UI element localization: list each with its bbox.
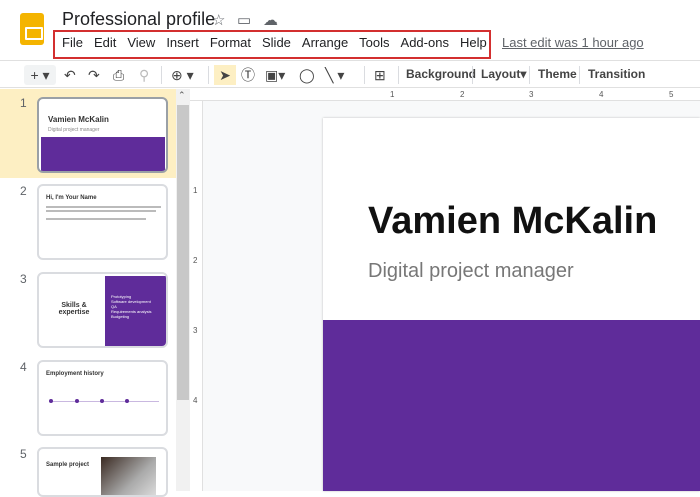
layout-label: Layout	[481, 67, 521, 81]
highlight-box	[53, 30, 491, 59]
layout-button[interactable]: Layout▾	[481, 67, 526, 81]
redo-icon[interactable]: ↷	[88, 65, 100, 85]
text-box-icon[interactable]: Ⓣ	[241, 65, 255, 85]
document-title[interactable]: Professional profile	[62, 9, 215, 30]
slide-title[interactable]: Vamien McKalin	[368, 200, 657, 243]
move-folder-icon[interactable]: ▭	[237, 11, 251, 29]
slide-thumbnail-2[interactable]: Hi, I'm Your Name	[37, 184, 168, 260]
undo-icon[interactable]: ↶	[64, 65, 76, 85]
slide-number: 4	[20, 360, 27, 374]
ruler-label: 4	[599, 90, 604, 99]
thumb-bullet: Budgeting	[111, 314, 130, 319]
thumb-title: Vamien McKalin	[48, 115, 109, 124]
ruler-label: 2	[193, 256, 198, 265]
transition-button[interactable]: Transition	[588, 67, 645, 81]
background-button[interactable]: Background	[406, 67, 476, 81]
thumb-subtitle: Digital project manager	[48, 127, 100, 133]
thumb-title: Sample project	[46, 462, 90, 468]
thumb-photo	[101, 457, 156, 495]
current-slide[interactable]: Vamien McKalin Digital project manager	[323, 118, 700, 491]
ruler-label: 1	[390, 90, 395, 99]
print-icon[interactable]: ⎙	[113, 65, 124, 85]
paint-format-icon[interactable]: ⚲	[139, 65, 149, 85]
purple-banner[interactable]	[323, 320, 700, 491]
shape-icon[interactable]: ◯	[299, 65, 315, 85]
slide-subtitle[interactable]: Digital project manager	[368, 260, 574, 283]
theme-button[interactable]: Theme	[538, 67, 577, 81]
ruler-label: 3	[529, 90, 534, 99]
ruler-label: 5	[669, 90, 674, 99]
ruler-label: 3	[193, 326, 198, 335]
scrollbar-thumb[interactable]	[177, 105, 189, 400]
slide-thumbnail-1[interactable]: Vamien McKalin Digital project manager	[37, 97, 168, 173]
last-edit-link[interactable]: Last edit was 1 hour ago	[502, 35, 644, 50]
select-tool-icon[interactable]: ➤	[214, 65, 236, 85]
scroll-up-icon[interactable]: ⌃	[178, 90, 186, 101]
slide-thumbnail-3[interactable]: Skills & expertise Prototyping Software …	[37, 272, 168, 348]
zoom-icon[interactable]: ⊕ ▾	[171, 65, 194, 85]
comment-icon[interactable]: ⊞	[374, 65, 386, 85]
slide-number: 3	[20, 272, 27, 286]
toolbar: + ▾ ↶ ↷ ⎙ ⚲ ⊕ ▾ ➤ Ⓣ ▣▾ ◯ ╲ ▾ ⊞ Backgroun…	[0, 60, 700, 88]
ruler-label: 1	[193, 186, 198, 195]
thumb-title: Skills & expertise	[58, 302, 90, 316]
ruler-label: 2	[460, 90, 465, 99]
ruler-label: 4	[193, 396, 198, 405]
slide-number: 1	[20, 96, 27, 110]
slide-number: 2	[20, 184, 27, 198]
star-icon[interactable]: ☆	[212, 11, 225, 29]
slide-thumbnail-4[interactable]: Employment history	[37, 360, 168, 436]
new-slide-button[interactable]: + ▾	[24, 65, 56, 85]
slide-thumbnail-5[interactable]: Sample project	[37, 447, 168, 497]
horizontal-ruler: 1 2 3 4 5	[190, 89, 700, 101]
thumb-title: Employment history	[46, 371, 104, 377]
cloud-status-icon[interactable]: ☁	[263, 11, 278, 29]
thumb-title: Hi, I'm Your Name	[46, 195, 97, 201]
line-icon[interactable]: ╲ ▾	[325, 65, 344, 85]
slides-logo[interactable]	[20, 13, 44, 45]
vertical-ruler: 1 2 3 4	[190, 101, 203, 491]
image-icon[interactable]: ▣▾	[265, 65, 285, 85]
slide-number: 5	[20, 447, 27, 461]
